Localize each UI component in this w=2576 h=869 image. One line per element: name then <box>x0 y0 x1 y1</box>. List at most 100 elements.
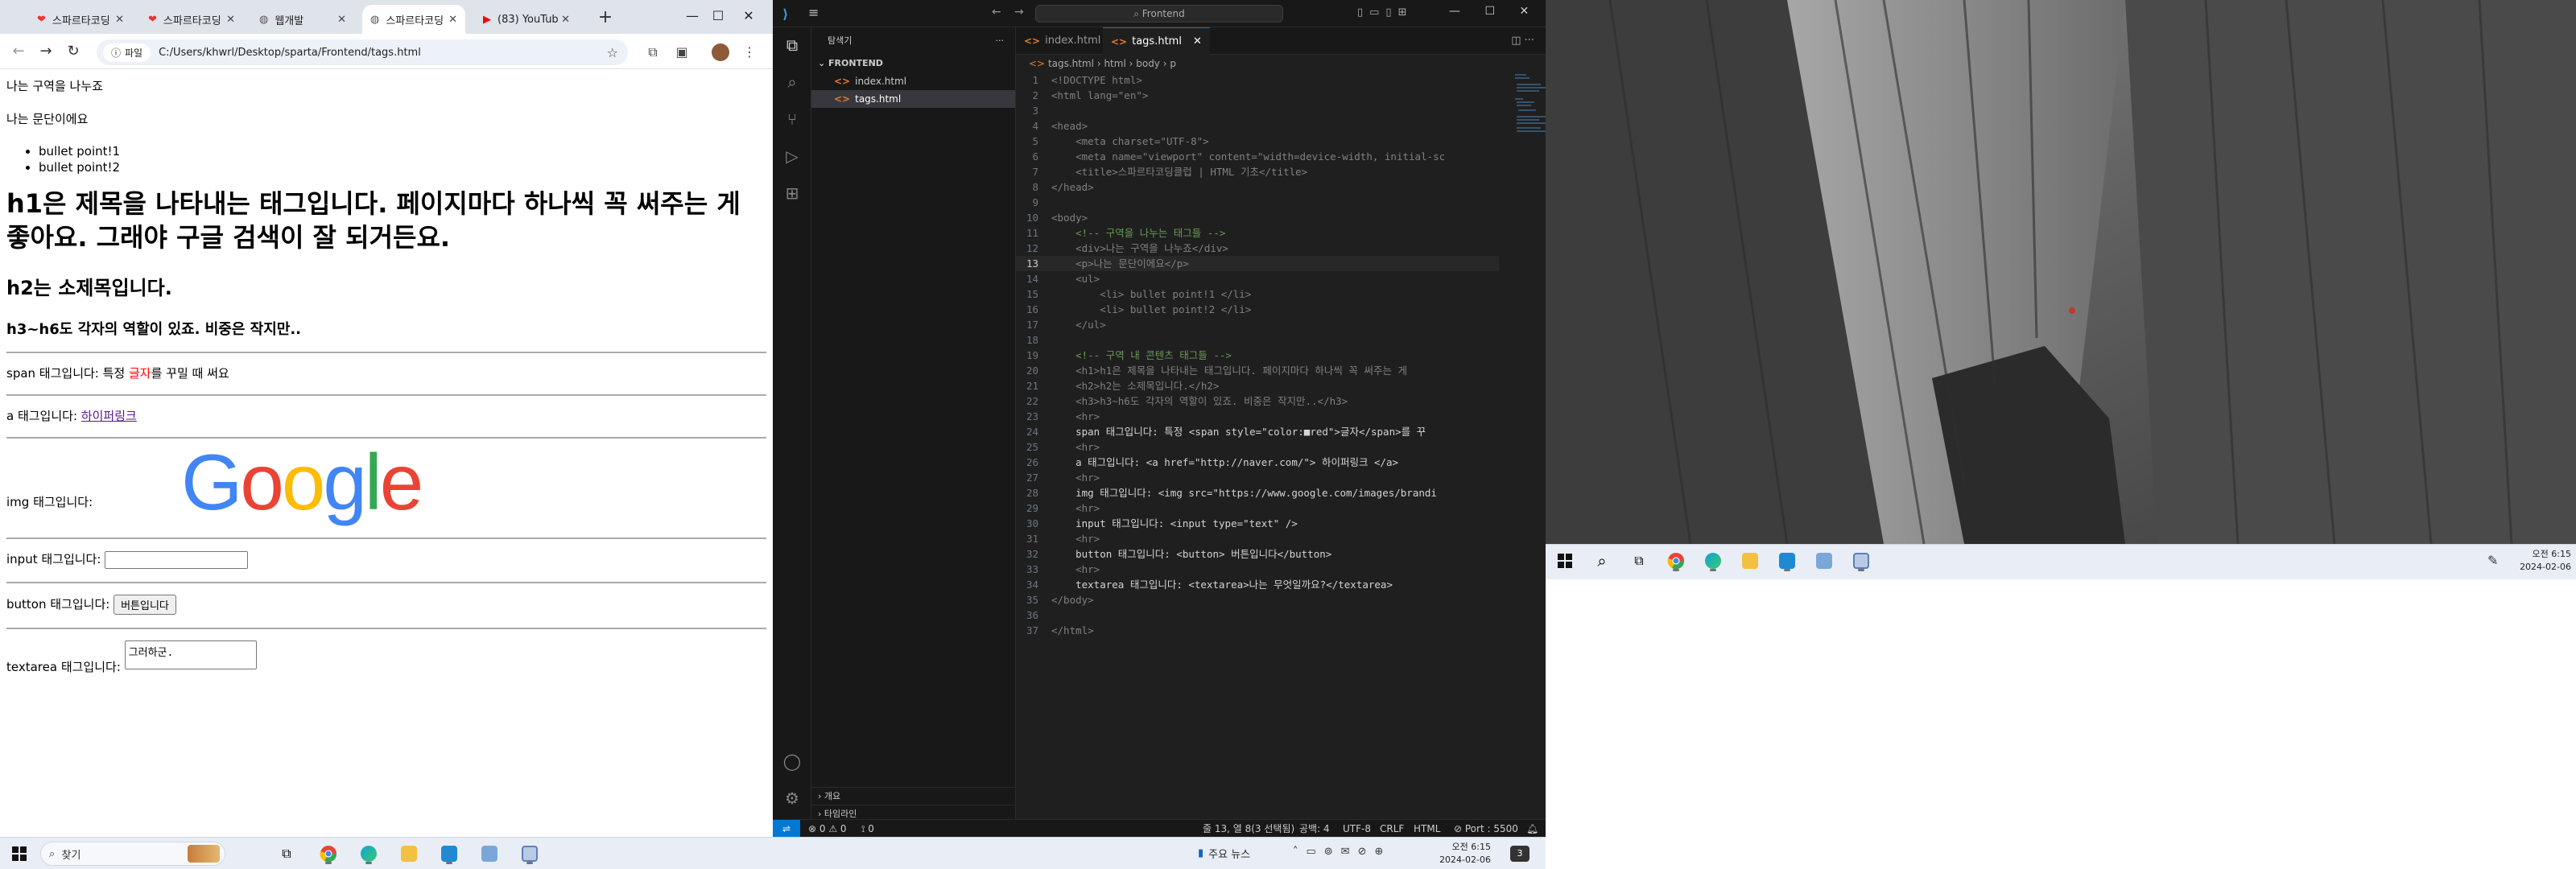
code-line[interactable]: 8 </head> <box>1016 179 1499 195</box>
split-editor-icon[interactable]: ◫ ··· <box>1511 35 1534 47</box>
close-icon[interactable]: ✕ <box>448 14 457 26</box>
code-line[interactable]: 12 <div>나는 구역을 나누죠</div> <box>1016 241 1499 256</box>
code-line[interactable]: 27 <hr> <box>1016 470 1499 485</box>
snipping-tool-icon[interactable] <box>517 842 543 865</box>
back-button[interactable]: ← <box>8 42 29 63</box>
profile-avatar[interactable] <box>712 43 729 61</box>
outline-section[interactable]: › 개요 <box>811 787 1016 805</box>
chrome-tab[interactable]: ❤ 스파르타코딩 ✕ <box>140 5 243 34</box>
settings-gear-icon[interactable]: ⚙ <box>782 789 802 808</box>
ports-indicator[interactable]: ⟟ 0 <box>861 820 874 837</box>
code-line[interactable]: 37 </html> <box>1016 623 1499 638</box>
file-explorer-icon[interactable] <box>1737 550 1763 572</box>
file-explorer-icon[interactable] <box>396 842 422 865</box>
snipping-tool-icon[interactable] <box>1848 550 1874 572</box>
maximize-button[interactable]: ☐ <box>702 6 734 27</box>
code-line[interactable]: 4 <head> <box>1016 118 1499 134</box>
extensions-icon[interactable]: ⧉ <box>644 43 662 61</box>
account-icon[interactable]: ◯ <box>782 752 802 771</box>
code-line[interactable]: 9 <box>1016 195 1499 210</box>
reload-button[interactable]: ↻ <box>63 42 84 63</box>
indentation[interactable]: 공백: 4 <box>1299 820 1330 837</box>
code-line[interactable]: 18 <box>1016 332 1499 348</box>
code-line[interactable]: 6 <meta name="viewport" content="width=d… <box>1016 149 1499 164</box>
chrome-tab[interactable]: ◍ 웹개발 ✕ <box>251 5 354 34</box>
cursor-position[interactable]: 줄 13, 열 8(3 선택됨) <box>1203 820 1294 837</box>
bookmark-star-icon[interactable]: ☆ <box>607 45 618 60</box>
code-line[interactable]: 29 <hr> <box>1016 500 1499 516</box>
code-line[interactable]: 21 <h2>h2는 소제목입니다.</h2> <box>1016 378 1499 393</box>
notification-badge[interactable]: 3 <box>1510 846 1530 862</box>
editor-tab-tags[interactable]: <> tags.html ✕ <box>1103 27 1210 55</box>
app-icon[interactable] <box>1811 550 1837 572</box>
editor-tab-index[interactable]: <> index.html <box>1016 27 1108 55</box>
app-icon[interactable] <box>477 842 502 865</box>
breadcrumb-item[interactable]: body <box>1136 58 1160 69</box>
close-icon[interactable]: ✕ <box>226 14 235 26</box>
code-line[interactable]: 3 <box>1016 103 1499 118</box>
code-line[interactable]: 19 <!-- 구역 내 콘텐츠 태그들 --> <box>1016 348 1499 363</box>
command-center-search[interactable]: ⌕ Frontend <box>1035 5 1283 23</box>
code-line[interactable]: 32 button 태그입니다: <button> 버튼입니다</button> <box>1016 546 1499 562</box>
nav-forward-icon[interactable]: → <box>1014 6 1024 19</box>
vscode-taskbar-icon[interactable] <box>1774 550 1800 572</box>
explorer-icon[interactable]: ⧉ <box>782 35 802 55</box>
code-line[interactable]: 24 span 태그입니다: 특정 <span style="color:■re… <box>1016 424 1499 439</box>
source-control-icon[interactable]: ⑂ <box>782 109 802 129</box>
remote-icon[interactable]: ⇌ <box>773 820 800 837</box>
close-icon[interactable]: ✕ <box>115 14 124 26</box>
search-icon[interactable]: ⌕ <box>782 72 802 92</box>
code-line[interactable]: 33 <hr> <box>1016 562 1499 577</box>
end-of-line[interactable]: CRLF <box>1380 820 1404 837</box>
edge-taskbar-icon[interactable] <box>356 842 382 865</box>
side-panel-icon[interactable]: ▣ <box>673 43 691 61</box>
site-info-chip[interactable]: ⓘ 파일 <box>103 43 151 62</box>
code-line[interactable]: 5 <meta charset="UTF-8"> <box>1016 134 1499 149</box>
taskbar-search-box[interactable]: ⌕ 찾기 <box>40 842 225 866</box>
page-button[interactable]: 버튼입니다 <box>114 594 176 615</box>
breadcrumb-item[interactable]: html <box>1104 58 1125 69</box>
code-line[interactable]: 20 <h1>h1은 제목을 나타내는 태그입니다. 페이지마다 하나씩 꼭 써… <box>1016 363 1499 378</box>
code-line[interactable]: 36 <box>1016 607 1499 623</box>
close-icon[interactable]: ✕ <box>561 14 570 26</box>
code-editor[interactable]: 1 <!DOCTYPE html> 2 <html lang="en"> 3 4 <head… <box>1016 72 1499 821</box>
extensions-icon[interactable]: ⊞ <box>782 183 802 203</box>
code-line[interactable]: 17 </ul> <box>1016 317 1499 332</box>
new-tab-button[interactable]: + <box>594 8 617 29</box>
code-line[interactable]: 34 textarea 태그입니다: <textarea>나는 무엇일까요?</… <box>1016 577 1499 592</box>
code-line[interactable]: 15 <li> bullet point!1 </li> <box>1016 286 1499 302</box>
code-line[interactable]: 1 <!DOCTYPE html> <box>1016 72 1499 88</box>
task-view-icon[interactable]: ⧉ <box>274 842 299 865</box>
folder-frontend[interactable]: ⌄ FRONTEND <box>811 55 1015 72</box>
taskbar-clock[interactable]: 오전 6:15 2024-02-06 <box>1426 841 1491 867</box>
news-widget[interactable]: ▮ 주요 뉴스 <box>1198 846 1250 861</box>
chrome-taskbar-icon[interactable] <box>316 842 341 865</box>
code-line[interactable]: 28 img 태그입니다: <img src="https://www.goog… <box>1016 485 1499 500</box>
run-debug-icon[interactable]: ▷ <box>782 146 802 166</box>
code-line[interactable]: 25 <hr> <box>1016 439 1499 455</box>
code-line[interactable]: 2 <html lang="en"> <box>1016 88 1499 103</box>
encoding[interactable]: UTF-8 <box>1343 820 1371 837</box>
file-index-html[interactable]: <> index.html <box>811 72 1015 90</box>
close-icon[interactable]: ✕ <box>337 14 346 26</box>
chrome-tab[interactable]: ❤ 스파르타코딩 ✕ <box>29 5 132 34</box>
code-line[interactable]: 14 <ul> <box>1016 271 1499 286</box>
language-mode[interactable]: HTML <box>1414 820 1440 837</box>
breadcrumb-item[interactable]: tags.html <box>1048 58 1094 69</box>
chrome-tab-active[interactable]: ◍ 스파르타코딩 ✕ <box>362 5 465 34</box>
start-button[interactable] <box>6 842 32 865</box>
code-line[interactable]: 7 <title>스파르타코딩클럽 | HTML 기초</title> <box>1016 164 1499 179</box>
menu-icon[interactable]: ⋮ <box>741 43 758 61</box>
notifications-bell-icon[interactable]: 🔔︎ <box>1526 820 1538 837</box>
start-button[interactable] <box>1552 550 1578 572</box>
problems-indicator[interactable]: ⊗ 0 ⚠ 0 <box>808 820 847 837</box>
live-server-port[interactable]: ⊘ Port : 5500 <box>1454 820 1518 837</box>
task-view-icon[interactable]: ⧉ <box>1626 550 1652 572</box>
layout-icons[interactable]: ▯▭▯⊞ <box>1357 6 1413 19</box>
hyperlink[interactable]: 하이퍼링크 <box>81 409 137 423</box>
file-tags-html[interactable]: <> tags.html <box>811 90 1015 108</box>
window-controls[interactable]: — ☐ ✕ <box>1449 5 1529 18</box>
code-line[interactable]: 35 </body> <box>1016 592 1499 607</box>
code-line[interactable]: 10 <body> <box>1016 210 1499 225</box>
close-window-button[interactable]: ✕ <box>733 6 765 27</box>
